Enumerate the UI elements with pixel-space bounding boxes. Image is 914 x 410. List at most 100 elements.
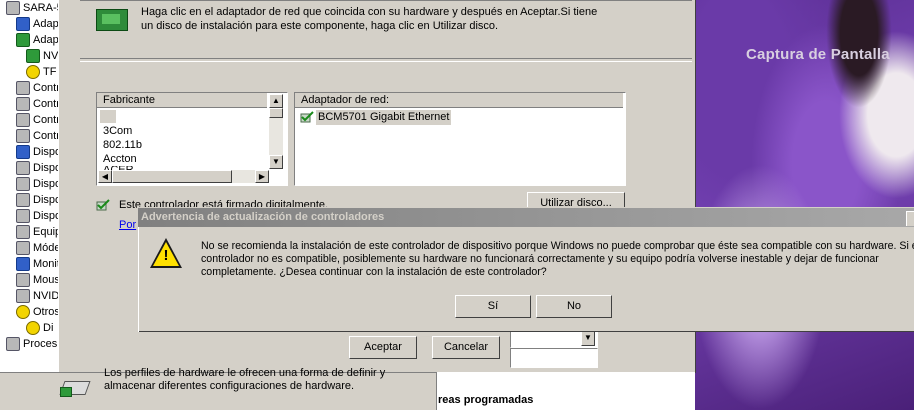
- signed-check-icon: [300, 111, 314, 123]
- tree-item[interactable]: Monito: [16, 256, 58, 272]
- dropdown-select[interactable]: ▼: [510, 330, 598, 348]
- horizontal-scrollbar[interactable]: ◀ ▶: [98, 170, 269, 183]
- separator: [80, 58, 692, 62]
- tree-item[interactable]: Contro: [16, 112, 58, 128]
- device-icon: [16, 209, 30, 224]
- tree-item[interactable]: Adapt: [16, 32, 59, 48]
- tree-item-label: Contro: [33, 130, 58, 142]
- list-item[interactable]: 3Com: [103, 124, 132, 138]
- manufacturer-header[interactable]: Fabricante: [97, 93, 267, 108]
- scroll-down-arrow[interactable]: ▼: [269, 155, 283, 169]
- tree-item-label: SARA-548: [23, 2, 58, 14]
- computer-icon: [16, 225, 30, 240]
- tree-item-label: Dispos: [33, 178, 58, 190]
- warning-title-bar[interactable]: Advertencia de actualización de controla…: [138, 208, 914, 227]
- cancel-button[interactable]: Cancelar: [432, 336, 500, 359]
- device-tree[interactable]: SARA-548 Adapt Adapt NV TF Contro Contro Contro…: [0, 0, 59, 410]
- digital-signature-icon: [96, 199, 110, 211]
- instructions-text: Haga clic en el adaptador de red que coi…: [141, 6, 598, 32]
- scroll-thumb[interactable]: [269, 108, 283, 118]
- tree-item-label: Mouse: [33, 274, 58, 286]
- tree-item-label: Dispos: [33, 162, 58, 174]
- no-button[interactable]: No: [536, 295, 612, 318]
- tree-item[interactable]: Dispos: [16, 192, 58, 208]
- manufacturer-list[interactable]: Fabricante 3Com 802.11b Accton ACER ▲ ▼ …: [96, 92, 288, 186]
- tree-item[interactable]: Móder: [16, 240, 58, 256]
- tree-item[interactable]: Dispos: [16, 176, 58, 192]
- device-icon: [16, 177, 30, 192]
- tree-item[interactable]: Di: [26, 320, 53, 336]
- adapter-header[interactable]: Adaptador de red:: [295, 93, 623, 108]
- network-card-icon: [16, 33, 30, 48]
- secondary-field[interactable]: [510, 348, 598, 368]
- tree-item[interactable]: Dispos: [16, 208, 58, 224]
- signing-info-link[interactable]: Por: [119, 218, 136, 232]
- hscroll-thumb[interactable]: [112, 170, 232, 183]
- tree-item[interactable]: Equipo: [16, 224, 58, 240]
- controller-icon: [16, 113, 30, 128]
- device-icon: [16, 193, 30, 208]
- tree-item-label: Dispos: [33, 146, 58, 158]
- tree-item-label: Contro: [33, 98, 58, 110]
- scroll-up-arrow[interactable]: ▲: [269, 94, 283, 108]
- warning-icon: [26, 65, 40, 80]
- list-item[interactable]: Accton: [103, 152, 137, 166]
- question-icon: [16, 305, 30, 320]
- tree-item-label: Di: [43, 322, 54, 334]
- tree-item[interactable]: Mouse: [16, 272, 58, 288]
- adapter-list[interactable]: Adaptador de red: BCM5701 Gigabit Ethern…: [294, 92, 626, 186]
- tree-item[interactable]: Dispos: [16, 160, 58, 176]
- tree-item-label: Contro: [33, 82, 58, 94]
- tree-item-label: Monito: [33, 258, 58, 270]
- scheduled-tasks-label[interactable]: reas programadas: [438, 394, 533, 406]
- tree-item-label: TF: [43, 66, 57, 78]
- have-disk-button[interactable]: Utilizar disco...: [527, 192, 625, 208]
- adapter-icon: [16, 17, 30, 32]
- hardware-profiles-icon: [58, 375, 92, 397]
- device-icon: [16, 161, 30, 176]
- scroll-left-arrow[interactable]: ◀: [98, 170, 112, 183]
- tree-item[interactable]: TF: [26, 64, 56, 80]
- close-icon[interactable]: [906, 211, 914, 226]
- tree-item[interactable]: Adapt: [16, 16, 58, 32]
- tree-item-label: Contro: [33, 114, 58, 126]
- list-item-selected-blank[interactable]: [100, 110, 116, 123]
- tree-item[interactable]: SARA-548: [6, 0, 58, 16]
- scroll-right-arrow[interactable]: ▶: [255, 170, 269, 183]
- header-divider: [80, 0, 692, 1]
- adapter-item[interactable]: BCM5701 Gigabit Ethernet: [316, 110, 452, 125]
- exclamation-mark-icon: !: [163, 247, 169, 264]
- tree-item-label: Otros: [33, 306, 59, 318]
- monitor-icon: [16, 257, 30, 272]
- tree-item-label: Adapt: [33, 34, 59, 46]
- yes-button[interactable]: Sí: [455, 295, 531, 318]
- tree-item[interactable]: Contro: [16, 128, 58, 144]
- tree-item-label: Equipo: [33, 226, 58, 238]
- tree-item[interactable]: NV: [26, 48, 58, 64]
- network-adapter-icon: [96, 9, 128, 31]
- tree-item-label: NVIDIA: [33, 290, 59, 302]
- network-card-icon: [26, 49, 40, 64]
- dropdown-arrow-icon[interactable]: ▼: [581, 331, 595, 346]
- photo-caption: Captura de Pantalla: [746, 46, 890, 63]
- warning-message: No se recomienda la instalación de este …: [201, 240, 914, 278]
- device-icon: [16, 289, 30, 304]
- ok-button[interactable]: Aceptar: [349, 336, 417, 359]
- hardware-profiles-text: Los perfiles de hardware le ofrecen una …: [104, 367, 386, 392]
- tree-item-label: NV: [43, 50, 59, 62]
- warning-icon: [26, 321, 40, 336]
- tree-item[interactable]: Otros: [16, 304, 59, 320]
- list-item[interactable]: 802.11b: [103, 138, 142, 152]
- tree-item-label: Proces: [23, 338, 58, 350]
- processor-icon: [6, 337, 20, 352]
- controller-icon: [16, 129, 30, 144]
- tree-item[interactable]: Proces: [6, 336, 57, 352]
- tree-item[interactable]: Contro: [16, 96, 58, 112]
- mouse-icon: [16, 273, 30, 288]
- tree-item[interactable]: Dispos: [16, 144, 58, 160]
- vertical-scrollbar[interactable]: ▲ ▼: [269, 94, 283, 169]
- tree-item-label: Móder: [33, 242, 58, 254]
- tree-item[interactable]: NVIDIA: [16, 288, 59, 304]
- tree-item[interactable]: Contro: [16, 80, 58, 96]
- controller-icon: [16, 97, 30, 112]
